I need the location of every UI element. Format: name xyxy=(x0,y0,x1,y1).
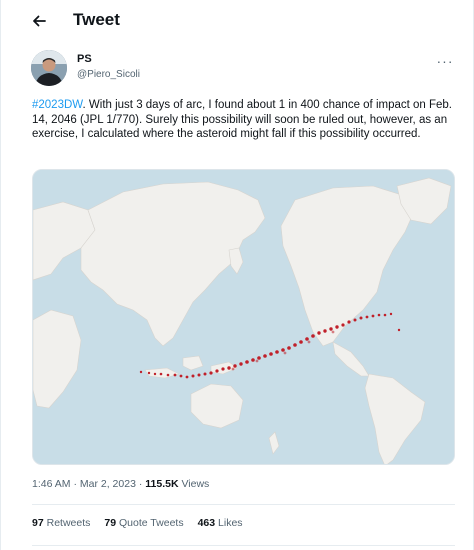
tweet-text: #2023DW. With just 3 days of arc, I foun… xyxy=(32,98,452,142)
likes-stat[interactable]: 463 Likes xyxy=(198,517,243,529)
back-button[interactable] xyxy=(27,9,51,33)
likes-count: 463 xyxy=(197,517,216,529)
hashtag-link[interactable]: #2023DW xyxy=(32,99,83,111)
user-avatar-icon xyxy=(31,50,67,86)
divider-bottom xyxy=(32,545,455,546)
more-button[interactable]: ··· xyxy=(435,53,455,69)
avatar[interactable] xyxy=(31,50,67,86)
page-title: Tweet xyxy=(73,10,120,29)
retweets-stat[interactable]: 97 Retweets xyxy=(32,517,90,529)
likes-label: Likes xyxy=(215,517,243,529)
tweet-time[interactable]: 1:46 AM xyxy=(32,478,71,490)
tweet-meta: 1:46 AM · Mar 2, 2023 · 115.5K Views xyxy=(32,478,209,490)
tweet-page: Tweet PS @Piero_Sicoli ··· #2023DW. With… xyxy=(0,0,474,550)
retweets-count: 97 xyxy=(32,517,44,529)
meta-separator-2: · xyxy=(135,478,146,490)
meta-separator: · xyxy=(70,478,80,490)
world-map-image xyxy=(33,170,454,464)
tweet-date[interactable]: Mar 2, 2023 xyxy=(80,478,136,490)
author-name[interactable]: PS xyxy=(77,53,92,65)
divider xyxy=(32,504,455,505)
tweet-body: . With just 3 days of arc, I found about… xyxy=(32,99,453,140)
arrow-left-icon xyxy=(33,15,46,27)
author-handle[interactable]: @Piero_Sicoli xyxy=(77,69,140,80)
more-dots-icon: ··· xyxy=(436,53,454,69)
retweets-label: Retweets xyxy=(43,517,91,529)
tweet-media-image[interactable] xyxy=(32,169,455,465)
quotes-count: 79 xyxy=(104,517,117,529)
views-count: 115.5K xyxy=(145,478,179,490)
page-header: Tweet xyxy=(1,0,474,42)
engagement-stats: 97 Retweets 79 Quote Tweets 463 Likes xyxy=(32,517,243,529)
quotes-label: Quote Tweets xyxy=(116,517,184,529)
quotes-stat[interactable]: 79 Quote Tweets xyxy=(104,517,183,529)
views-label: Views xyxy=(178,478,210,490)
